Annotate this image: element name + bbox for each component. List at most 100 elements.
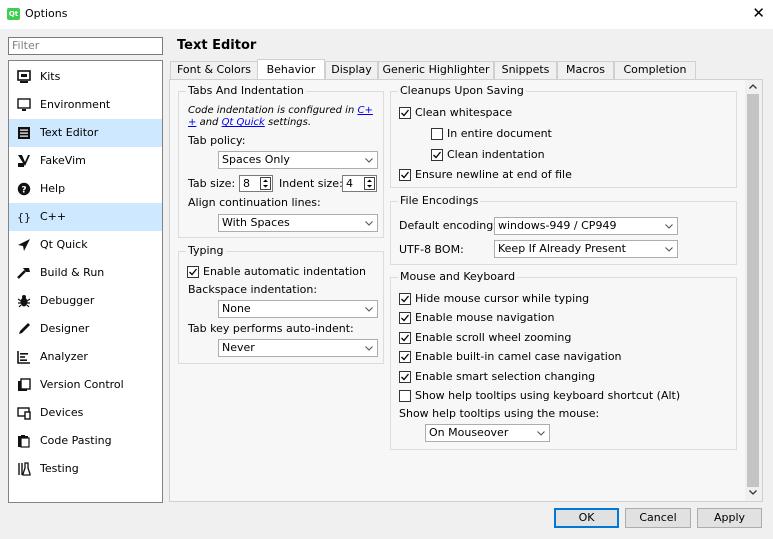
tab-behavior[interactable]: Behavior <box>257 59 325 80</box>
sidebar-item-version-control[interactable]: Version Control <box>9 371 162 399</box>
camel-case-checkbox[interactable] <box>399 351 411 363</box>
scrollbar-thumb[interactable] <box>747 94 759 487</box>
auto-indentation-checkbox[interactable] <box>187 266 199 278</box>
checkmark-icon <box>189 268 198 276</box>
chevron-down-icon <box>365 307 373 312</box>
cancel-button[interactable]: Cancel <box>625 508 691 528</box>
tooltips-keyboard-label: Show help tooltips using keyboard shortc… <box>415 389 681 402</box>
mouse-navigation-checkbox[interactable] <box>399 312 411 324</box>
note-text: settings. <box>264 117 312 128</box>
tab-size-spinbox[interactable]: 8 <box>239 175 273 192</box>
indentation-note: Code indentation is configured in C+ <box>188 105 373 116</box>
tab-size-label: Tab size: <box>188 177 236 190</box>
spin-arrows-icon[interactable] <box>260 177 271 190</box>
tab-completion[interactable]: Completion <box>614 61 696 79</box>
group-title: Typing <box>186 244 226 257</box>
sidebar-item-environment[interactable]: Environment <box>9 91 162 119</box>
page-title: Text Editor <box>177 38 257 53</box>
smart-selection-checkbox[interactable] <box>399 371 411 383</box>
hammer-icon <box>17 266 31 280</box>
backspace-indentation-label: Backspace indentation: <box>188 283 318 296</box>
vertical-scrollbar[interactable] <box>745 80 762 501</box>
tab-display[interactable]: Display <box>325 61 378 79</box>
filter-input[interactable]: Filter <box>8 37 163 55</box>
text-editor-icon <box>17 126 31 140</box>
tab-font-colors[interactable]: Font & Colors <box>170 61 258 79</box>
tooltips-keyboard-checkbox[interactable] <box>399 390 411 402</box>
sidebar-item-label: Kits <box>40 70 61 83</box>
sidebar-item-debugger[interactable]: Debugger <box>9 287 162 315</box>
sidebar-item-code-pasting[interactable]: Code Pasting <box>9 427 162 455</box>
sidebar-item-text-editor[interactable]: Text Editor <box>9 119 162 147</box>
spin-value: 4 <box>346 177 353 190</box>
spin-value: 8 <box>243 177 250 190</box>
sidebar-item-testing[interactable]: Testing <box>9 455 162 483</box>
clean-whitespace-label: Clean whitespace <box>415 106 513 119</box>
tab-policy-select[interactable]: Spaces Only <box>218 151 378 169</box>
select-value: Keep If Already Present <box>498 242 626 255</box>
sidebar-item-kits[interactable]: Kits <box>9 63 162 91</box>
sidebar-item-label: Devices <box>40 406 84 419</box>
tab-generic-highlighter[interactable]: Generic Highlighter <box>378 61 494 79</box>
indent-size-spinbox[interactable]: 4 <box>342 175 377 192</box>
hide-cursor-checkbox[interactable] <box>399 293 411 305</box>
tab-key-select[interactable]: Never <box>218 339 378 357</box>
sidebar-item-cpp[interactable]: {} C++ <box>9 203 162 231</box>
ensure-newline-checkbox[interactable] <box>399 169 411 181</box>
sidebar-item-build-run[interactable]: Build & Run <box>9 259 162 287</box>
group-title: File Encodings <box>398 194 481 207</box>
spin-arrows-icon[interactable] <box>364 177 375 190</box>
clean-indentation-checkbox[interactable] <box>431 149 443 161</box>
ok-button[interactable]: OK <box>554 508 619 528</box>
default-encoding-select[interactable]: windows-949 / CP949 <box>494 217 678 235</box>
entire-document-checkbox[interactable] <box>431 128 443 140</box>
window-title: Options <box>25 7 68 20</box>
tab-snippets[interactable]: Snippets <box>494 61 557 79</box>
qt-logo-icon: Qt <box>7 8 20 20</box>
close-icon[interactable]: ✕ <box>752 4 765 22</box>
select-value: None <box>222 302 251 315</box>
checkmark-icon <box>401 373 410 381</box>
bug-icon <box>17 294 31 308</box>
checkmark-icon <box>401 171 410 179</box>
utf8-bom-select[interactable]: Keep If Already Present <box>494 240 678 258</box>
sidebar-item-fakevim[interactable]: FakeVim <box>9 147 162 175</box>
scroll-zoom-checkbox[interactable] <box>399 332 411 344</box>
sidebar-item-devices[interactable]: Devices <box>9 399 162 427</box>
tooltips-mouse-select[interactable]: On Mouseover <box>425 424 550 442</box>
sidebar-item-label: FakeVim <box>40 154 86 167</box>
sidebar-item-qt-quick[interactable]: Qt Quick <box>9 231 162 259</box>
title-bar: Qt Options ✕ <box>0 0 773 29</box>
tab-macros[interactable]: Macros <box>557 61 614 79</box>
sidebar-item-help[interactable]: ? Help <box>9 175 162 203</box>
chevron-down-icon[interactable] <box>748 487 758 497</box>
align-continuation-label: Align continuation lines: <box>188 196 321 209</box>
sidebar-item-analyzer[interactable]: Analyzer <box>9 343 162 371</box>
indent-size-label: Indent size: <box>279 177 343 190</box>
sidebar-item-label: Environment <box>40 98 111 111</box>
apply-button[interactable]: Apply <box>697 508 762 528</box>
select-value: windows-949 / CP949 <box>498 219 617 232</box>
backspace-indentation-select[interactable]: None <box>218 300 378 318</box>
sidebar-item-label: Analyzer <box>40 350 88 363</box>
flask-icon <box>17 462 31 476</box>
clipboard-icon <box>17 434 31 448</box>
tooltips-mouse-label: Show help tooltips using the mouse: <box>399 407 600 420</box>
sidebar-item-label: Build & Run <box>40 266 105 279</box>
sidebar-item-label: Designer <box>40 322 90 335</box>
tab-key-label: Tab key performs auto-indent: <box>188 322 354 335</box>
chevron-down-icon <box>365 221 373 226</box>
align-continuation-select[interactable]: With Spaces <box>218 214 378 232</box>
clean-indentation-label: Clean indentation <box>447 148 545 161</box>
monitor-icon <box>17 98 31 112</box>
smart-selection-label: Enable smart selection changing <box>415 370 596 383</box>
sidebar-item-label: Qt Quick <box>40 238 88 251</box>
sidebar: Kits Environment Text Editor FakeVim ? H… <box>8 60 163 503</box>
clean-whitespace-checkbox[interactable] <box>399 107 411 119</box>
sidebar-item-label: Version Control <box>40 378 124 391</box>
sidebar-item-designer[interactable]: Designer <box>9 315 162 343</box>
select-value: Never <box>222 341 255 354</box>
chevron-up-icon[interactable] <box>748 82 758 92</box>
qt-quick-settings-link[interactable]: Qt Quick <box>222 117 265 128</box>
cpp-settings-link[interactable]: C+ <box>357 105 372 116</box>
